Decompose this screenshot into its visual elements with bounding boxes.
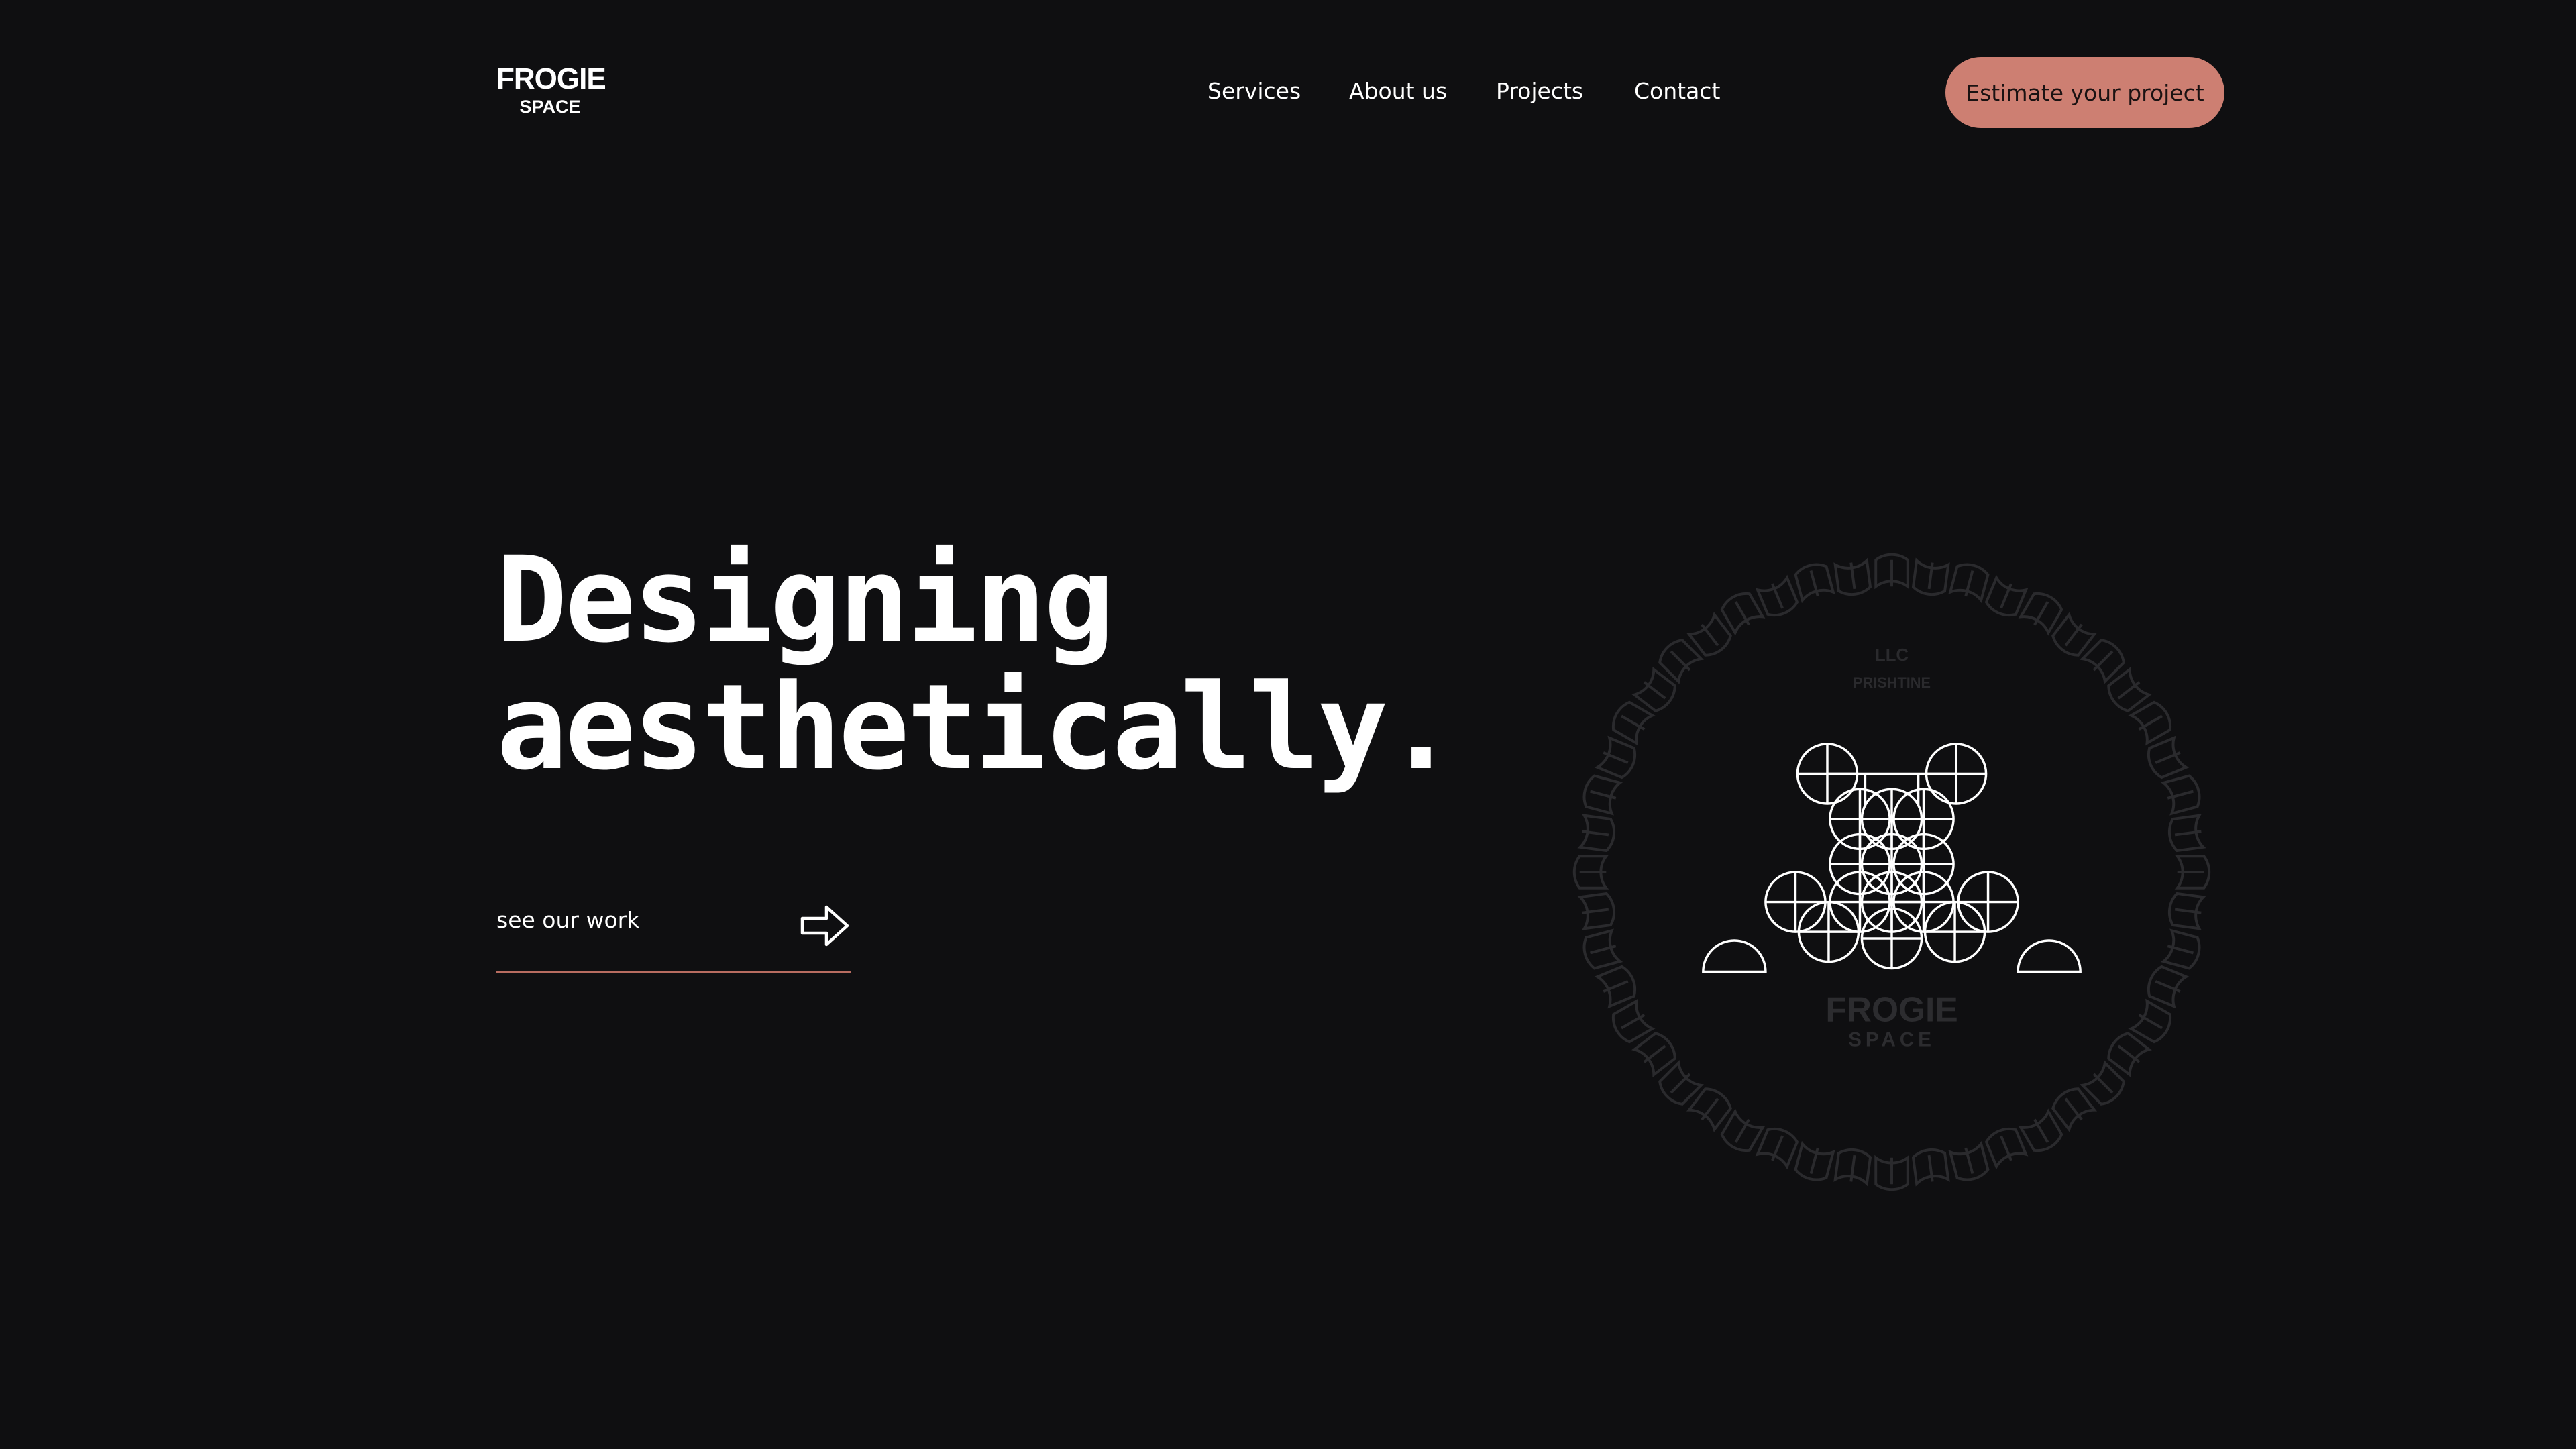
ring-tile [1594, 965, 1637, 1009]
emblem-graphic: LLC PRISHTINE FROGIE SPACE [1572, 553, 2211, 1191]
emblem-top-line-2: PRISHTINE [1853, 674, 1931, 691]
foot-shape [1702, 939, 1767, 973]
ring-tile [2174, 855, 2211, 890]
ring-tile [1984, 574, 2029, 617]
mosaic-tile [1764, 871, 1827, 933]
mosaic-tile [1797, 900, 1860, 963]
page: FROGIE SPACE Services About us Projects … [0, 0, 2576, 1449]
nav-item-projects[interactable]: Projects [1496, 78, 1583, 104]
mosaic-tile [1923, 900, 1986, 963]
hero-title-line-2: aesthetically. [496, 659, 1456, 796]
mosaic-tile [1892, 871, 1955, 933]
logo[interactable]: FROGIE SPACE [496, 62, 606, 117]
ring-tile [2147, 735, 2190, 780]
ring-tile [1794, 563, 1835, 604]
emblem-bottom-line-2: SPACE [1848, 1028, 1935, 1051]
ring-tile [1611, 700, 1656, 746]
ring-tile [2167, 892, 2206, 930]
emblem-bottom-line-1: FROGIE [1825, 990, 1957, 1029]
ring-tile [1755, 1127, 1799, 1170]
mosaic-tile [1860, 907, 1923, 970]
ring-tile [1572, 855, 1609, 890]
logo-line-2: SPACE [519, 97, 581, 117]
frog-mosaic-icon [1702, 743, 2082, 973]
ring-tile [1833, 1148, 1872, 1187]
hero-title: Designing aesthetically. [496, 531, 1456, 796]
hero-title-line-1: Designing [496, 531, 1115, 669]
ring-tile [1833, 557, 1872, 596]
emblem: LLC PRISHTINE FROGIE SPACE [1560, 540, 2224, 1204]
ring-tile [1874, 553, 1909, 590]
ring-tile [1755, 574, 1799, 617]
see-our-work-label: see our work [496, 907, 640, 933]
ring-tile [2147, 965, 2190, 1009]
ring-tile [1594, 735, 1637, 780]
nav-item-services[interactable]: Services [1208, 78, 1301, 104]
ring-tile [1582, 928, 1623, 970]
foot-shape [2017, 939, 2082, 973]
ring-tile [1948, 563, 1990, 604]
ring-tile [1611, 998, 1656, 1044]
see-our-work-link[interactable]: see our work [496, 899, 851, 973]
nav-item-contact[interactable]: Contact [1634, 78, 1720, 104]
ring-tile [2018, 592, 2063, 636]
ring-tile [1577, 892, 1616, 930]
ring-tile [2128, 700, 2172, 746]
ring-tile [1582, 774, 1623, 816]
arrow-right-icon [800, 905, 849, 947]
ring-tile [2167, 814, 2206, 853]
nav-item-about-us[interactable]: About us [1349, 78, 1447, 104]
ring-tile [1874, 1155, 1909, 1191]
ring-tile [2160, 774, 2201, 816]
ring-tile [2128, 998, 2172, 1044]
ring-tile [1911, 1148, 1950, 1187]
ring-tile [1720, 1108, 1766, 1152]
ring-tile [1911, 557, 1950, 596]
logo-line-1: FROGIE [496, 62, 606, 95]
ring-tile [1984, 1127, 2029, 1170]
estimate-project-button[interactable]: Estimate your project [1945, 57, 2224, 128]
mosaic-tile [1957, 871, 2019, 933]
ring-tile [1720, 592, 1766, 636]
ring-tile [2160, 928, 2201, 970]
ring-tile [1577, 814, 1616, 853]
ring-tile [1794, 1140, 1835, 1181]
emblem-top-line-1: LLC [1875, 646, 1909, 665]
ring-tile [2018, 1108, 2063, 1152]
ring-tile [1948, 1140, 1990, 1181]
